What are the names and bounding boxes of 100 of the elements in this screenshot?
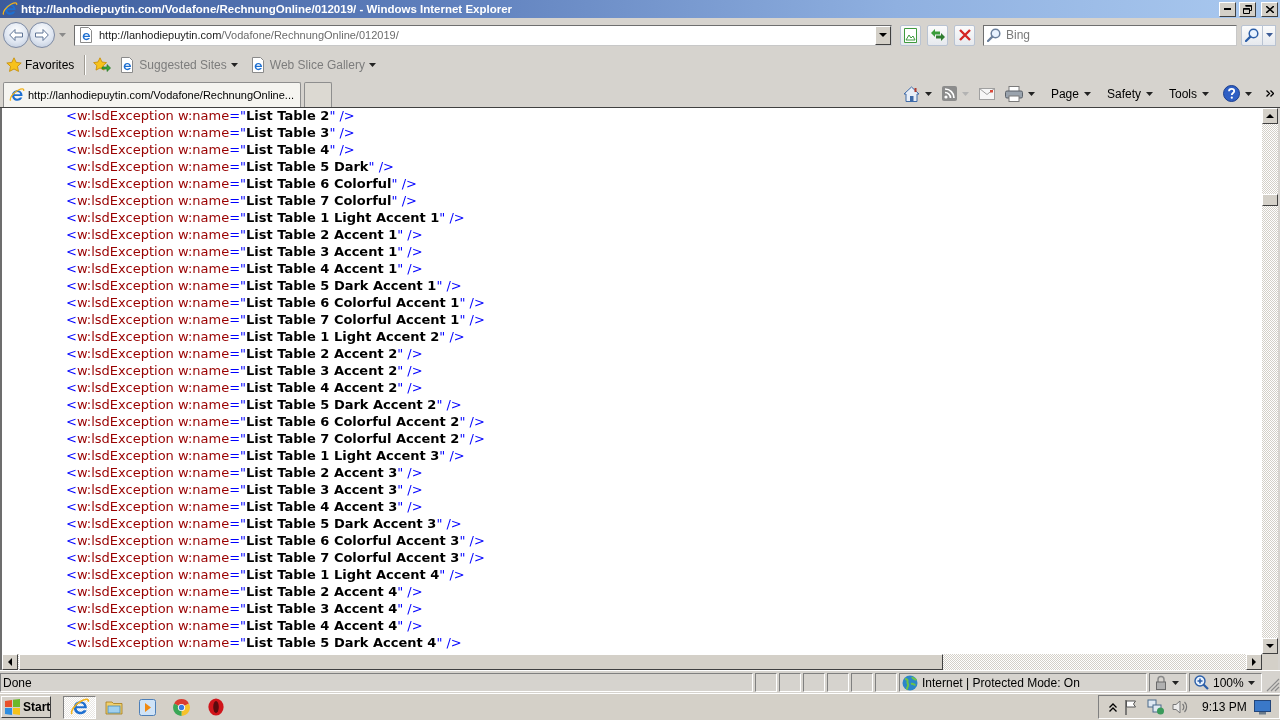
stop-button[interactable] (954, 24, 975, 46)
xml-line: <w:lsdException w:name="List Table 3 Accent 2" /> (66, 363, 423, 380)
horizontal-scrollbar[interactable] (2, 654, 1262, 670)
compatibility-button[interactable] (900, 24, 921, 46)
xml-line: <w:lsdException w:name="List Table 2 Accent 4" /> (66, 584, 423, 601)
xml-line: <w:lsdException w:name="List Table 5 Dark" /> (66, 159, 394, 176)
star-icon (6, 57, 22, 73)
star-arrow-icon (93, 57, 112, 73)
caret-icon (1027, 91, 1035, 96)
page-picture-icon (904, 27, 917, 43)
xml-line: <w:lsdException w:name="List Table 4 Accent 2" /> (66, 380, 423, 397)
double-chevron-up-icon[interactable] (1109, 702, 1117, 712)
scrollbar-thumb[interactable] (1262, 194, 1278, 206)
search-field[interactable]: Bing (983, 24, 1237, 46)
add-to-favorites-button[interactable] (91, 56, 114, 74)
forward-button[interactable] (29, 22, 55, 48)
arrow-right-icon (35, 29, 49, 41)
ring-logo-icon (207, 698, 224, 716)
xml-line: <w:lsdException w:name="List Table 3 Accent 3" /> (66, 482, 423, 499)
security-zone-text: Internet | Protected Mode: On (922, 675, 1080, 690)
xml-line: <w:lsdException w:name="List Table 3 Accent 1" /> (66, 244, 423, 261)
scroll-left-button[interactable] (2, 654, 18, 670)
caret-icon (368, 63, 376, 67)
caret-icon (1146, 91, 1153, 96)
envelope-icon (978, 87, 995, 100)
triangle-down-icon (1266, 644, 1274, 648)
refresh-button[interactable] (927, 24, 948, 46)
e-logo-icon (9, 87, 25, 103)
status-pane (875, 673, 897, 692)
xml-line: <w:lsdException w:name="List Table 6 Colorful Accent 1" /> (66, 295, 485, 312)
xml-line: <w:lsdException w:name="List Table 6 Colorful" /> (66, 176, 417, 193)
status-text: Done (0, 673, 753, 692)
caret-icon (1247, 680, 1255, 685)
e-logo-icon (69, 697, 90, 717)
favorites-button[interactable]: Favorites (4, 55, 77, 75)
page-icon (119, 57, 136, 73)
wheel-logo-icon (173, 698, 190, 716)
restore-icon (1243, 4, 1252, 14)
xml-line: <w:lsdException w:name="List Table 2 Accent 3" /> (66, 465, 423, 482)
restore-button[interactable] (1239, 1, 1256, 17)
taskbar-button[interactable] (63, 695, 96, 719)
network-icon[interactable] (1147, 699, 1165, 715)
close-icon (1265, 5, 1274, 13)
xml-line: <w:lsdException w:name="List Table 3" /> (66, 125, 355, 142)
xml-line: <w:lsdException w:name="List Table 6 Colorful Accent 3" /> (66, 533, 485, 550)
xml-line: <w:lsdException w:name="List Table 5 Dark Accent 3" /> (66, 516, 462, 533)
address-dropdown-button[interactable] (875, 25, 891, 45)
command-menu[interactable]: Page (1046, 84, 1095, 103)
xml-line: <w:lsdException w:name="List Table 3 Accent 4" /> (66, 601, 423, 618)
speaker-icon[interactable] (1172, 699, 1188, 715)
xml-line: <w:lsdException w:name="List Table 7 Colorful Accent 3" /> (66, 550, 485, 567)
xml-line: <w:lsdException w:name="List Table 4 Accent 1" /> (66, 261, 423, 278)
xml-line: <w:lsdException w:name="List Table 6 Colorful Accent 2" /> (66, 414, 485, 431)
double-chevron-icon (1266, 90, 1274, 97)
scroll-down-button[interactable] (1262, 638, 1278, 654)
minimize-button[interactable] (1219, 1, 1236, 17)
caret-icon (1083, 91, 1091, 96)
xml-line: <w:lsdException w:name="List Table 1 Light Accent 3" /> (66, 448, 465, 465)
x-mark-icon (958, 29, 971, 41)
search-options-button[interactable] (1263, 24, 1276, 46)
status-pane (851, 673, 873, 692)
folder-icon (104, 699, 123, 715)
status-pane (803, 673, 825, 692)
caret-icon (924, 91, 932, 96)
xml-line: <w:lsdException w:name="List Table 2" /> (66, 108, 355, 125)
caret-icon (1202, 91, 1209, 96)
xml-line: <w:lsdException w:name="List Table 7 Colorful" /> (66, 193, 417, 210)
caret-icon (230, 63, 238, 67)
command-menu[interactable]: Safety (1102, 84, 1157, 103)
back-button[interactable] (3, 22, 29, 48)
status-pane (755, 673, 777, 692)
close-button[interactable] (1261, 1, 1278, 17)
caret-icon (1245, 91, 1252, 96)
status-pane (779, 673, 801, 692)
protected-mode-button[interactable] (1149, 673, 1187, 692)
scroll-up-button[interactable] (1262, 108, 1278, 124)
xml-line: <w:lsdException w:name="List Table 5 Dark Accent 1" /> (66, 278, 462, 295)
xml-line: <w:lsdException w:name="List Table 1 Light Accent 1" /> (66, 210, 465, 227)
address-field[interactable]: http://lanhodiepuytin.com/Vodafone/RechnungOnline/012019/ (74, 24, 892, 46)
command-menu[interactable]: Tools (1165, 84, 1213, 103)
arrow-left-icon (9, 29, 23, 41)
scrollbar-thumb[interactable] (19, 654, 943, 670)
xml-line: <w:lsdException w:name="List Table 7 Colorful Accent 2" /> (66, 431, 485, 448)
desktop-icon[interactable] (1253, 699, 1271, 715)
search-button[interactable] (1241, 24, 1263, 46)
caret-icon (59, 33, 66, 37)
xml-line: <w:lsdException w:name="List Table 1 Light Accent 4" /> (66, 567, 465, 584)
scroll-right-button[interactable] (1246, 654, 1262, 670)
start-button[interactable]: Start (1, 696, 51, 718)
xml-line: <w:lsdException w:name="List Table 5 Dark Accent 2" /> (66, 397, 462, 414)
clock[interactable]: 9:13 PM (1202, 700, 1247, 714)
zoom-button[interactable]: 100% (1189, 673, 1262, 692)
play-icon (139, 698, 156, 716)
globe-icon (902, 674, 918, 691)
feed-icon (941, 86, 957, 101)
lock-icon (1154, 675, 1168, 690)
browser-tab[interactable]: http://lanhodiepuytin.com/Vodafone/RechnungOnline... (3, 82, 301, 107)
vertical-scrollbar[interactable] (1262, 108, 1278, 654)
triangle-down-icon (879, 33, 887, 37)
xml-line: <w:lsdException w:name="List Table 5 Dark Accent 4" /> (66, 635, 462, 652)
